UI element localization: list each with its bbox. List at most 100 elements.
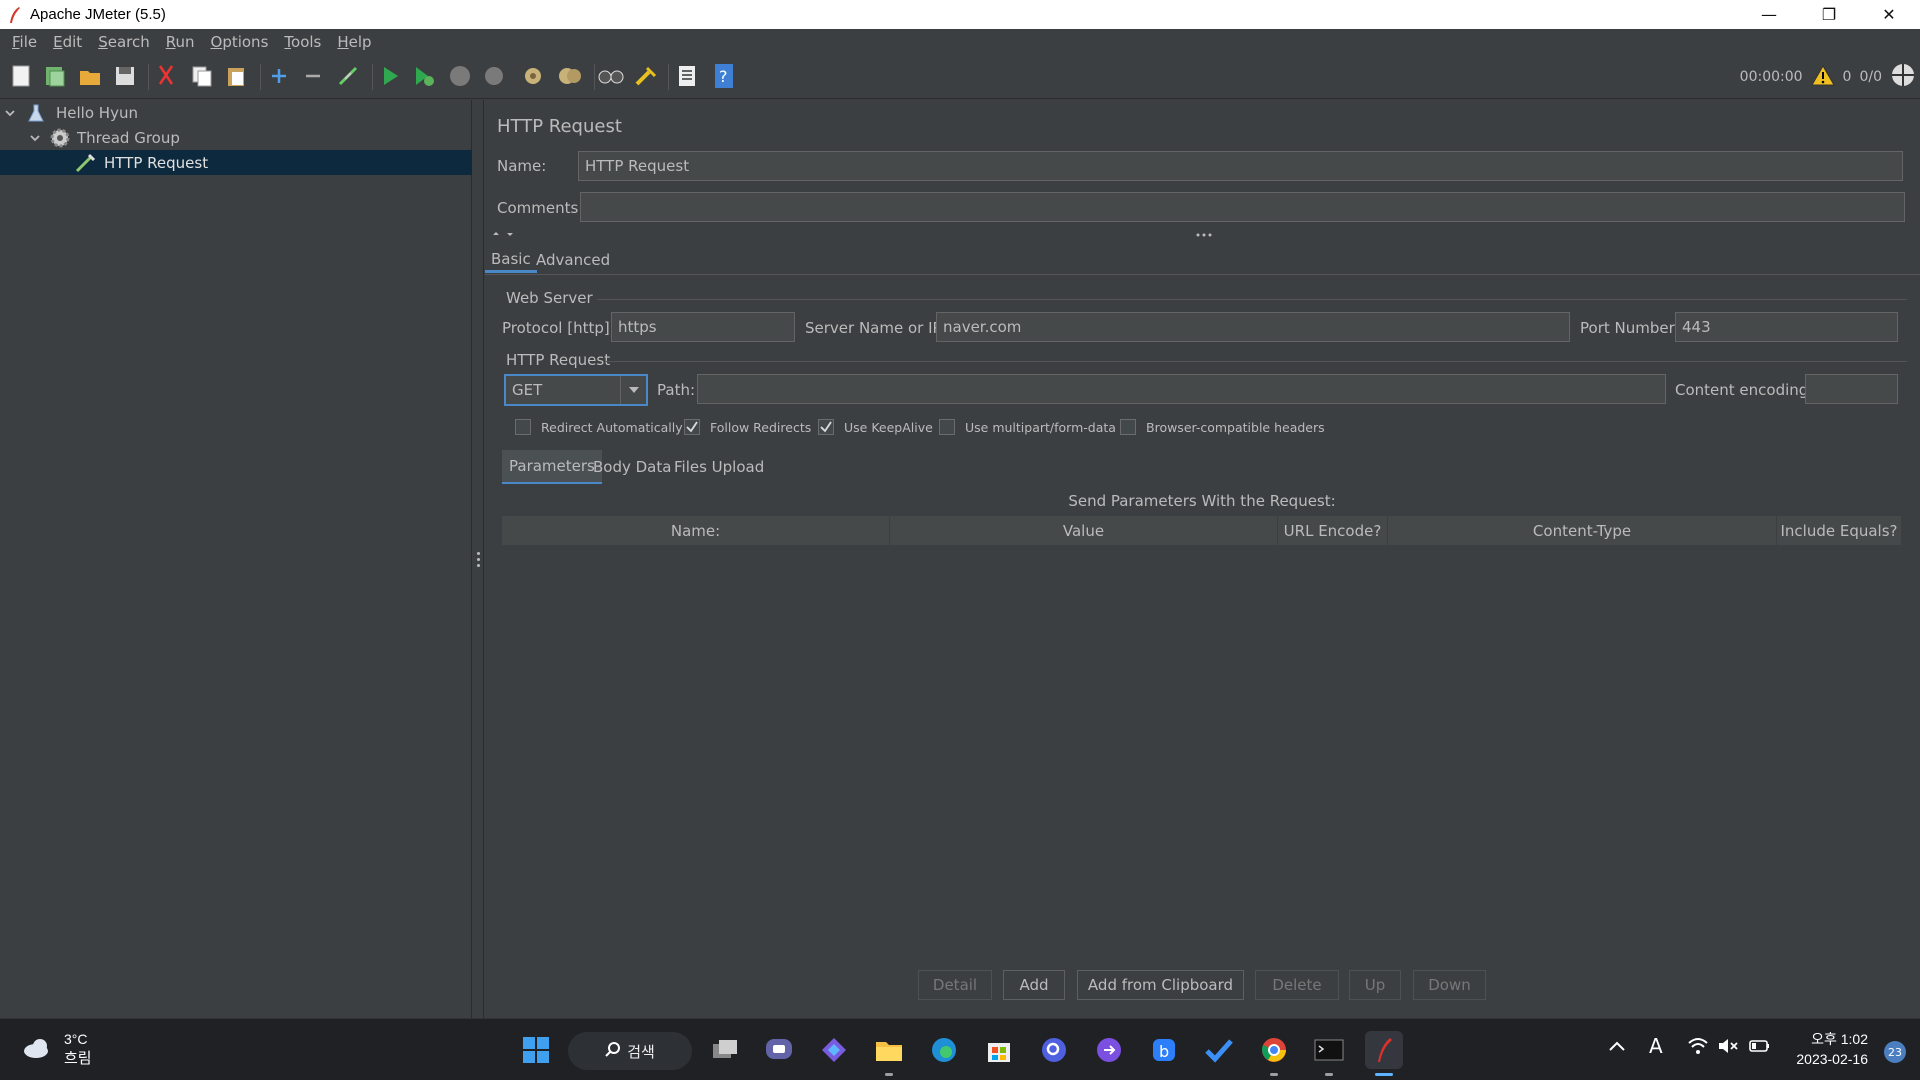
phone-link-icon[interactable] — [1090, 1031, 1128, 1069]
tab-basic[interactable]: Basic — [485, 247, 537, 273]
terminal-icon[interactable] — [1310, 1031, 1348, 1069]
vertical-splitter[interactable] — [472, 100, 484, 1018]
menu-run[interactable]: Run — [158, 33, 203, 51]
toggle-icon[interactable] — [334, 62, 362, 90]
method-value: GET — [512, 381, 543, 399]
notification-badge[interactable]: 23 — [1884, 1041, 1906, 1063]
quick-assist-icon[interactable] — [1035, 1031, 1073, 1069]
chevron-up-icon[interactable] — [1608, 1037, 1626, 1057]
column-header-content-type[interactable]: Content-Type — [1388, 516, 1777, 545]
add-from-clipboard-button[interactable]: Add from Clipboard — [1077, 970, 1244, 1000]
browser-compatible-headers-checkbox[interactable]: Browser-compatible headers — [1120, 417, 1325, 437]
path-label: Path: — [657, 381, 696, 399]
menu-search[interactable]: Search — [90, 33, 158, 51]
tree-node-thread-group[interactable]: Thread Group — [0, 125, 472, 150]
volume-muted-icon[interactable] — [1717, 1037, 1739, 1060]
content-encoding-field[interactable] — [1805, 374, 1898, 404]
use-keepalive-checkbox[interactable]: Use KeepAlive — [818, 417, 933, 437]
add-button[interactable]: Add — [1003, 970, 1065, 1000]
teams-chat-icon[interactable] — [760, 1031, 798, 1069]
file-explorer-icon[interactable] — [870, 1031, 908, 1069]
paste-icon[interactable] — [222, 62, 250, 90]
copilot-icon[interactable] — [815, 1031, 853, 1069]
new-icon[interactable] — [7, 62, 35, 90]
redirect-automatically-checkbox[interactable]: Redirect Automatically — [515, 417, 683, 437]
path-field[interactable] — [697, 374, 1666, 404]
chrome-icon[interactable] — [1255, 1031, 1293, 1069]
start-no-pause-icon[interactable] — [410, 62, 438, 90]
column-header-url-encode[interactable]: URL Encode? — [1278, 516, 1388, 545]
function-helper-icon[interactable] — [673, 62, 701, 90]
templates-icon[interactable] — [41, 62, 69, 90]
comments-field[interactable] — [580, 192, 1905, 222]
taskbar-search[interactable]: 검색 — [568, 1032, 692, 1070]
chevron-down-icon[interactable] — [620, 376, 646, 404]
stop-icon[interactable] — [446, 62, 474, 90]
open-icon[interactable] — [76, 62, 104, 90]
shutdown-icon[interactable] — [480, 62, 508, 90]
search-icon[interactable] — [597, 62, 625, 90]
server-name-field[interactable]: naver.com — [936, 312, 1570, 342]
down-button[interactable]: Down — [1413, 970, 1486, 1000]
chevron-down-icon[interactable] — [27, 130, 43, 146]
restore-button[interactable]: ❐ — [1800, 0, 1858, 29]
microsoft-store-icon[interactable] — [980, 1031, 1018, 1069]
ime-indicator[interactable]: A — [1649, 1034, 1663, 1058]
column-header-include-equals[interactable]: Include Equals? — [1777, 516, 1902, 545]
name-field[interactable]: HTTP Request — [578, 151, 1903, 181]
taskbar-clock[interactable]: 오후 1:02 2023-02-16 — [1796, 1029, 1868, 1069]
method-select[interactable]: GET — [504, 374, 648, 406]
minimize-button[interactable]: — — [1740, 0, 1798, 29]
horizontal-splitter[interactable] — [485, 230, 1920, 240]
chevron-down-icon[interactable] — [2, 105, 18, 121]
checkbox-box[interactable] — [684, 419, 700, 435]
windows-start-icon[interactable] — [517, 1031, 555, 1069]
tree-node-http-request[interactable]: HTTP Request — [0, 150, 472, 175]
tree-node-label: Hello Hyun — [56, 103, 138, 122]
help-icon[interactable]: ? — [710, 62, 738, 90]
jmeter-taskbar-icon[interactable] — [1365, 1031, 1403, 1069]
menu-help[interactable]: Help — [329, 33, 379, 51]
expand-icon[interactable] — [265, 62, 293, 90]
start-icon[interactable] — [376, 62, 404, 90]
column-header-name[interactable]: Name: — [502, 516, 890, 545]
menu-tools[interactable]: Tools — [276, 33, 329, 51]
collapse-icon[interactable] — [299, 62, 327, 90]
weather-widget[interactable]: 3°C 흐림 — [22, 1031, 92, 1068]
close-button[interactable]: ✕ — [1860, 0, 1918, 29]
port-field[interactable]: 443 — [1675, 312, 1898, 342]
use-multipart-checkbox[interactable]: Use multipart/form-data — [939, 417, 1116, 437]
protocol-field[interactable]: https — [611, 312, 795, 342]
clear-all-icon[interactable] — [556, 62, 584, 90]
warning-icon[interactable] — [1810, 64, 1835, 90]
cut-icon[interactable] — [152, 62, 180, 90]
checkbox-box[interactable] — [939, 419, 955, 435]
edge-icon[interactable] — [925, 1031, 963, 1069]
wifi-icon[interactable] — [1687, 1037, 1709, 1060]
tab-advanced[interactable]: Advanced — [530, 247, 616, 273]
todo-icon[interactable] — [1200, 1031, 1238, 1069]
detail-button[interactable]: Detail — [918, 970, 992, 1000]
menu-file[interactable]: File — [4, 33, 45, 51]
tree-node-test-plan[interactable]: Hello Hyun — [0, 100, 472, 125]
menu-edit[interactable]: Edit — [45, 33, 90, 51]
delete-button[interactable]: Delete — [1255, 970, 1339, 1000]
checkbox-box[interactable] — [1120, 419, 1136, 435]
column-header-value[interactable]: Value — [890, 516, 1278, 545]
up-button[interactable]: Up — [1349, 970, 1401, 1000]
save-icon[interactable] — [111, 62, 139, 90]
clear-icon[interactable] — [519, 62, 547, 90]
tab-body-data[interactable]: Body Data — [586, 450, 678, 484]
bing-icon[interactable]: b — [1145, 1031, 1183, 1069]
task-view-icon[interactable] — [706, 1031, 744, 1069]
checkbox-box[interactable] — [818, 419, 834, 435]
battery-icon[interactable] — [1748, 1037, 1772, 1060]
running-indicator — [885, 1073, 893, 1076]
tab-files-upload[interactable]: Files Upload — [667, 450, 771, 484]
copy-icon[interactable] — [188, 62, 216, 90]
follow-redirects-checkbox[interactable]: Follow Redirects — [684, 417, 811, 437]
clock-date: 2023-02-16 — [1796, 1051, 1868, 1067]
reset-search-icon[interactable] — [632, 62, 660, 90]
menu-options[interactable]: Options — [203, 33, 277, 51]
checkbox-box[interactable] — [515, 419, 531, 435]
